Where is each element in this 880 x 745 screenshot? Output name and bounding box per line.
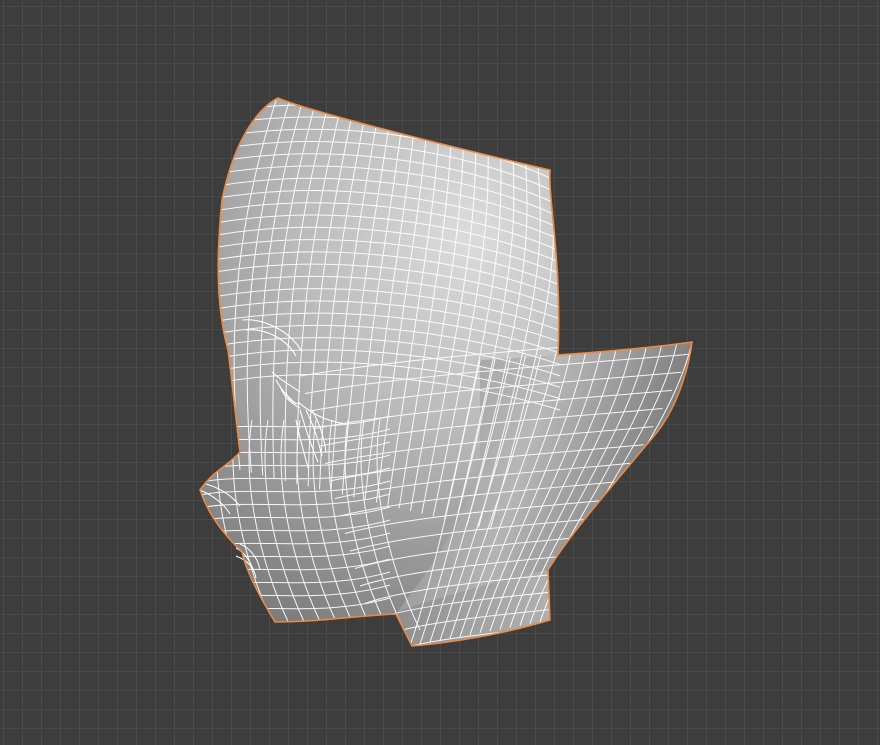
3d-viewport[interactable] xyxy=(0,0,880,745)
head-mesh-object[interactable] xyxy=(0,0,880,745)
